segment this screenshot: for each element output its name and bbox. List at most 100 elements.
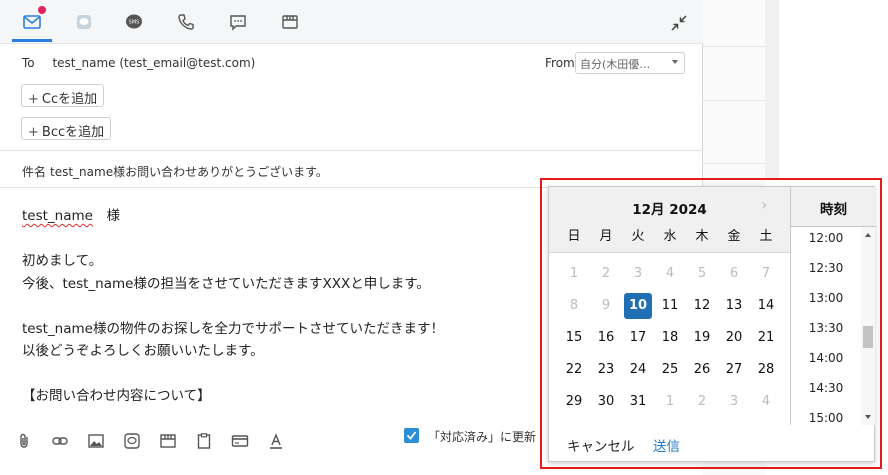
body-greeting: test_name 様 xyxy=(22,205,542,228)
day-cell: 1 xyxy=(665,394,675,409)
body-line: 以後どうぞよろしくお願いいたします。 xyxy=(22,343,264,359)
day-cell[interactable]: 27 xyxy=(720,357,748,383)
line-icon xyxy=(77,15,91,29)
done-checkbox[interactable] xyxy=(404,428,419,443)
link-icon xyxy=(52,437,68,445)
day-cell[interactable]: 15 xyxy=(560,325,588,351)
image-button[interactable] xyxy=(85,430,107,452)
day-cell[interactable]: 22 xyxy=(560,357,588,383)
done-checkbox-label: 「対応済み」に更新 xyxy=(428,430,537,444)
store-button[interactable] xyxy=(157,430,179,452)
scroll-down-icon[interactable] xyxy=(865,415,871,419)
day-cell: 2 xyxy=(697,394,707,409)
clipboard-icon xyxy=(197,433,211,449)
scroll-thumb[interactable] xyxy=(863,326,873,348)
day-cell[interactable]: 13 xyxy=(720,293,748,319)
day-cell[interactable]: 28 xyxy=(752,357,780,383)
day-cell: 3 xyxy=(729,394,739,409)
phone-icon xyxy=(178,14,194,30)
time-option[interactable]: 13:30 xyxy=(791,321,861,335)
tab-store[interactable] xyxy=(278,10,302,34)
weekday-label: 日 xyxy=(567,229,581,244)
text-format-button[interactable] xyxy=(265,430,287,452)
day-cell[interactable]: 12 xyxy=(688,293,716,319)
time-option[interactable]: 14:30 xyxy=(791,381,861,395)
send-button[interactable]: 送信 xyxy=(653,435,680,455)
day-cell[interactable]: 17 xyxy=(624,325,652,351)
day-cell[interactable]: 16 xyxy=(592,325,620,351)
divider xyxy=(0,150,703,151)
add-cc-button[interactable]: + Ccを追加 xyxy=(21,84,105,107)
day-cell-selected[interactable]: 10 xyxy=(624,293,652,319)
to-label: To xyxy=(22,56,35,70)
time-option[interactable]: 13:00 xyxy=(791,291,861,305)
email-icon xyxy=(23,15,41,29)
attach-button[interactable] xyxy=(13,430,35,452)
schedule-datetime-picker: 12月 2024 › 日月火水木金土 1 2 3 4 5 6 7 8 9 10 11 12 13 14 15… xyxy=(548,186,876,462)
day-cell[interactable]: 21 xyxy=(752,325,780,351)
day-cell: 5 xyxy=(697,266,707,281)
day-cell[interactable]: 26 xyxy=(688,357,716,383)
time-header: 時刻 xyxy=(791,187,876,227)
chat-icon xyxy=(230,15,246,31)
message-body[interactable]: test_name 様 初めまして。 今後、test_name様の担当をさせてい… xyxy=(22,205,542,408)
day-cell: 8 xyxy=(569,298,579,313)
time-scrollbar[interactable] xyxy=(861,227,875,425)
time-option[interactable]: 14:00 xyxy=(791,351,861,365)
day-cell[interactable]: 18 xyxy=(656,325,684,351)
time-option[interactable]: 12:00 xyxy=(791,231,861,245)
check-icon xyxy=(406,431,417,440)
channel-tabs: SMS xyxy=(0,0,703,44)
day-cell: 2 xyxy=(601,266,611,281)
day-cell[interactable]: 31 xyxy=(624,389,652,415)
day-cell[interactable]: 23 xyxy=(592,357,620,383)
greeting-name: test_name xyxy=(22,208,93,224)
day-cell: 1 xyxy=(569,266,579,281)
tab-line[interactable] xyxy=(72,10,96,34)
clipboard-button[interactable] xyxy=(193,430,215,452)
subject-row[interactable]: 件名 test_name様お問い合わせありがとうございます。 xyxy=(22,163,328,180)
add-bcc-button[interactable]: + Bccを追加 xyxy=(21,117,112,140)
day-cell[interactable]: 30 xyxy=(592,389,620,415)
from-select[interactable]: 自分(木田優… xyxy=(575,52,685,74)
body-line: 【お問い合わせ内容について】 xyxy=(22,388,211,404)
month-label: 12月 2024 xyxy=(632,202,707,218)
minimize-icon[interactable] xyxy=(668,12,690,34)
paperclip-icon xyxy=(20,433,28,448)
day-cell[interactable]: 11 xyxy=(656,293,684,319)
day-cell[interactable]: 14 xyxy=(752,293,780,319)
cancel-button[interactable]: キャンセル xyxy=(567,435,635,455)
tab-phone[interactable] xyxy=(174,10,198,34)
plus-icon: + xyxy=(28,92,39,107)
day-cell[interactable]: 29 xyxy=(560,389,588,415)
day-cell[interactable]: 24 xyxy=(624,357,652,383)
weekday-label: 月 xyxy=(599,229,613,244)
tab-chat[interactable] xyxy=(226,10,250,34)
tab-sms[interactable]: SMS xyxy=(122,10,146,34)
weekday-label: 金 xyxy=(727,229,741,244)
background-scrollbar xyxy=(765,0,779,180)
add-bcc-label: Bccを追加 xyxy=(41,125,105,140)
body-line: test_name様の物件のお探しを全力でサポートさせていただきます！ xyxy=(22,320,444,337)
link-button[interactable] xyxy=(49,430,71,452)
day-cell[interactable]: 25 xyxy=(656,357,684,383)
time-column: 時刻 12:00 12:30 13:00 13:30 14:00 14:30 15:00 xyxy=(790,187,876,425)
day-cell[interactable]: 19 xyxy=(688,325,716,351)
to-recipient[interactable]: test_name (test_email@test.com) xyxy=(52,56,255,70)
body-line: 初めまして。 xyxy=(22,253,103,269)
weekday-label: 火 xyxy=(631,229,645,244)
time-option[interactable]: 15:00 xyxy=(791,411,861,425)
card-button[interactable] xyxy=(229,430,251,452)
day-cell[interactable]: 20 xyxy=(720,325,748,351)
weekday-label: 土 xyxy=(759,229,773,244)
card-icon xyxy=(231,435,249,447)
notification-dot xyxy=(38,6,46,14)
tab-email[interactable] xyxy=(12,6,52,42)
scroll-up-icon[interactable] xyxy=(865,233,871,237)
next-month-button[interactable]: › xyxy=(761,195,767,214)
image-icon xyxy=(88,434,104,448)
line-template-button[interactable] xyxy=(121,430,143,452)
svg-text:SMS: SMS xyxy=(129,20,140,26)
subject-value: test_name様お問い合わせありがとうございます。 xyxy=(50,165,328,179)
time-option[interactable]: 12:30 xyxy=(791,261,861,275)
